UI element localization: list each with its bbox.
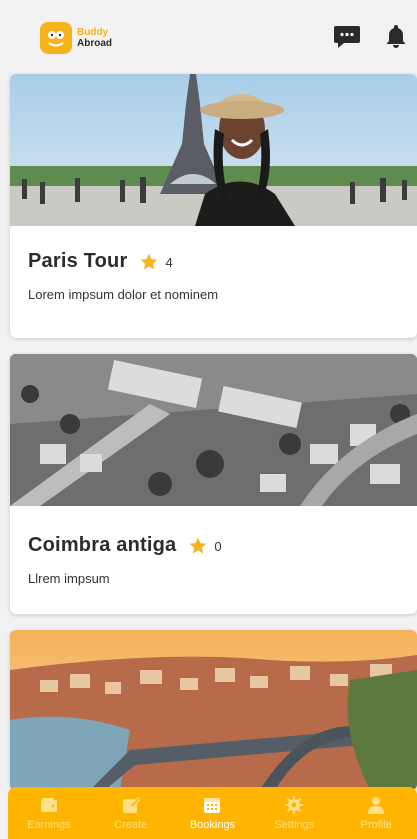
chat-icon[interactable] bbox=[334, 23, 360, 49]
tour-rating: 4 bbox=[165, 255, 173, 270]
nav-label-create: Create bbox=[114, 819, 148, 831]
nav-label-settings: Settings bbox=[274, 819, 315, 831]
nav-label-earnings: Earnings bbox=[27, 819, 71, 831]
app-logo[interactable]: Buddy Abroad bbox=[40, 22, 112, 54]
tour-rating: 0 bbox=[214, 539, 222, 554]
bottom-nav: Earnings Create Bookings Settings Profil… bbox=[8, 787, 417, 839]
gear-icon bbox=[285, 796, 304, 814]
logo-mark-icon bbox=[40, 22, 72, 54]
nav-item-earnings[interactable]: Earnings bbox=[9, 795, 89, 831]
nav-label-bookings: Bookings bbox=[189, 819, 236, 831]
porto-bridge-photo bbox=[10, 630, 417, 790]
tour-feed: Paris Tour 4 Lorem impsum dolor et nomin… bbox=[10, 74, 417, 806]
tour-card[interactable]: Paris Tour 4 Lorem impsum dolor et nomin… bbox=[10, 74, 417, 338]
nav-label-profile: Profile bbox=[360, 819, 392, 831]
nav-item-bookings[interactable]: Bookings bbox=[172, 795, 252, 831]
star-icon bbox=[141, 253, 158, 269]
tour-title: Coimbra antiga bbox=[28, 534, 177, 556]
app-header: Buddy Abroad bbox=[0, 0, 417, 74]
nav-item-settings[interactable]: Settings bbox=[254, 795, 334, 831]
edit-icon bbox=[122, 796, 141, 813]
tour-title: Paris Tour bbox=[28, 250, 128, 272]
star-icon bbox=[190, 537, 207, 553]
user-icon bbox=[368, 797, 385, 814]
bell-icon[interactable] bbox=[383, 23, 409, 49]
tour-card[interactable]: Coimbra antiga 0 Llrem impsum bbox=[10, 354, 417, 614]
tour-card[interactable] bbox=[10, 630, 417, 790]
tour-description: Llrem impsum bbox=[28, 571, 110, 586]
nav-item-profile[interactable]: Profile bbox=[336, 795, 416, 831]
tour-description: Lorem impsum dolor et nominem bbox=[28, 287, 219, 302]
logo-text-line1: Buddy bbox=[77, 27, 109, 38]
calendar-icon bbox=[204, 798, 221, 813]
wallet-icon bbox=[40, 798, 57, 812]
nav-item-create[interactable]: Create bbox=[91, 795, 171, 831]
eiffel-tower-photo bbox=[10, 74, 417, 226]
coimbra-aerial-photo bbox=[10, 354, 417, 506]
logo-text-line2: Abroad bbox=[77, 38, 112, 49]
